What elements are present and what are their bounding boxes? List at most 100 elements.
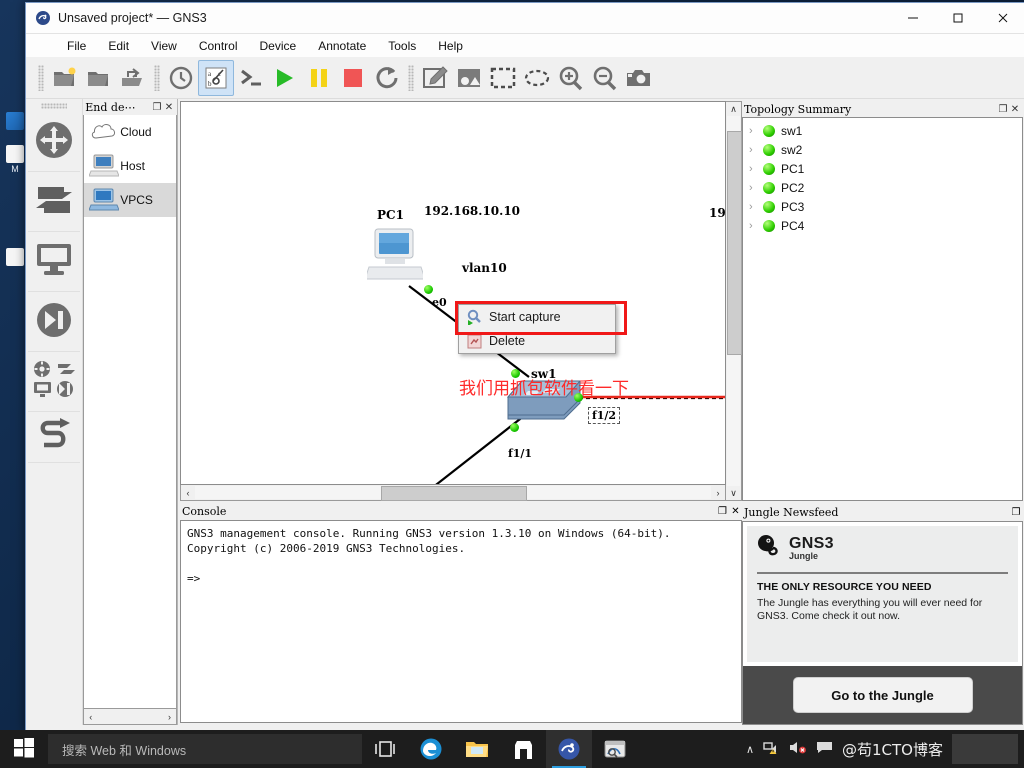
stop-icon[interactable] <box>336 61 370 95</box>
window-body: End de⋯ ❐ ✕ Cloud Host VPCS ‹ › PC1 sw1 … <box>26 99 1024 725</box>
jungle-brand-sub: Jungle <box>789 551 819 561</box>
interface-label-f1-2-selected[interactable]: f1/2 <box>588 407 621 424</box>
open-project-icon[interactable] <box>82 61 116 95</box>
end-device-item-cloud[interactable]: Cloud <box>84 115 176 149</box>
console-output[interactable]: GNS3 management console. Running GNS3 ve… <box>180 520 742 723</box>
pause-icon[interactable] <box>302 61 336 95</box>
scroll-right-icon[interactable]: › <box>163 712 176 722</box>
chevron-right-icon[interactable]: › <box>749 144 763 156</box>
float-icon[interactable]: ❐ <box>997 104 1009 115</box>
screenshot-annotate-icon[interactable]: a c b <box>198 60 234 96</box>
start-button[interactable] <box>0 730 48 768</box>
windows-logo-icon <box>14 737 34 761</box>
end-devices-hscrollbar[interactable]: ‹ › <box>83 709 177 725</box>
scroll-left-icon[interactable]: ‹ <box>181 488 195 498</box>
hscroll-thumb[interactable] <box>380 486 528 501</box>
topology-summary-row-pc1[interactable]: › PC1 <box>743 159 1022 178</box>
device-toolbar-security[interactable] <box>28 292 81 352</box>
toolbar-grip[interactable] <box>154 65 160 91</box>
edge-icon[interactable] <box>408 730 454 768</box>
device-toolbar-end-devices[interactable] <box>28 232 81 292</box>
menu-edit[interactable]: Edit <box>97 37 140 55</box>
task-view-icon[interactable] <box>362 730 408 768</box>
close-icon[interactable]: ✕ <box>729 506 742 517</box>
zoom-in-icon[interactable] <box>554 61 588 95</box>
topology-summary-row-sw2[interactable]: › sw2 <box>743 140 1022 159</box>
reload-icon[interactable] <box>370 61 404 95</box>
node-pc1[interactable] <box>364 227 426 292</box>
close-icon[interactable]: ✕ <box>163 102 175 113</box>
scroll-up-icon[interactable]: ∧ <box>730 102 737 116</box>
search-input[interactable]: 搜索 Web 和 Windows <box>48 734 362 764</box>
edit-note-icon[interactable] <box>418 61 452 95</box>
insert-image-icon[interactable] <box>452 61 486 95</box>
save-project-icon[interactable] <box>116 61 150 95</box>
clock-area[interactable] <box>952 734 1018 764</box>
device-toolbar-grip[interactable] <box>41 103 68 109</box>
window-maximize-button[interactable] <box>935 3 980 33</box>
status-led-icon <box>763 219 775 232</box>
chevron-right-icon[interactable]: › <box>749 220 763 232</box>
end-device-item-host[interactable]: Host <box>84 149 176 183</box>
device-toolbar-routers[interactable] <box>28 112 81 172</box>
start-icon[interactable] <box>268 61 302 95</box>
scroll-left-icon[interactable]: ‹ <box>84 712 97 722</box>
action-center-icon[interactable] <box>816 740 833 758</box>
device-toolbar-add-link[interactable] <box>28 412 81 463</box>
menu-tools[interactable]: Tools <box>377 37 427 55</box>
vscroll-thumb[interactable] <box>727 130 742 355</box>
vscroll-track[interactable] <box>727 116 742 486</box>
new-project-icon[interactable] <box>48 61 82 95</box>
topology-summary-row-pc2[interactable]: › PC2 <box>743 178 1022 197</box>
float-icon[interactable]: ❐ <box>716 506 729 517</box>
window-close-button[interactable] <box>980 3 1024 33</box>
chevron-right-icon[interactable]: › <box>749 182 763 194</box>
canvas-hscrollbar[interactable]: ‹ › <box>180 485 726 501</box>
window-minimize-button[interactable] <box>890 3 935 33</box>
menu-annotate[interactable]: Annotate <box>307 37 377 55</box>
console-icon[interactable] <box>234 61 268 95</box>
scroll-down-icon[interactable]: ∨ <box>730 486 737 500</box>
end-device-item-vpcs[interactable]: VPCS <box>84 183 176 217</box>
topology-canvas[interactable]: PC1 PC2 <box>180 101 726 485</box>
toolbar-grip[interactable] <box>408 65 414 91</box>
tray-chevron-icon[interactable]: ∧ <box>746 743 754 756</box>
menu-file[interactable]: File <box>56 37 97 55</box>
zoom-out-icon[interactable] <box>588 61 622 95</box>
menu-device[interactable]: Device <box>249 37 308 55</box>
float-icon[interactable]: ❐ <box>1009 507 1023 518</box>
device-toolbar-switches[interactable] <box>28 172 81 232</box>
go-to-the-jungle-button[interactable]: Go to the Jungle <box>792 677 973 713</box>
file-explorer-icon[interactable] <box>454 730 500 768</box>
topology-summary-row-pc3[interactable]: › PC3 <box>743 197 1022 216</box>
device-toolbar-all-devices[interactable] <box>28 352 81 412</box>
draw-ellipse-icon[interactable] <box>520 61 554 95</box>
float-icon[interactable]: ❐ <box>151 102 163 113</box>
close-icon[interactable]: ✕ <box>1009 104 1021 115</box>
draw-rectangle-icon[interactable] <box>486 61 520 95</box>
scroll-right-icon[interactable]: › <box>711 488 725 498</box>
network-icon[interactable] <box>763 740 780 758</box>
wireshark-icon[interactable] <box>592 730 638 768</box>
menu-control[interactable]: Control <box>188 37 249 55</box>
chevron-right-icon[interactable]: › <box>749 163 763 175</box>
store-icon[interactable] <box>500 730 546 768</box>
gns3-app-icon <box>35 10 51 26</box>
center-panel: PC1 PC2 <box>178 99 742 725</box>
menu-help[interactable]: Help <box>427 37 474 55</box>
menu-view[interactable]: View <box>140 37 188 55</box>
hscroll-track[interactable] <box>195 486 711 501</box>
status-led-icon <box>763 200 775 213</box>
host-icon <box>87 151 120 181</box>
canvas-vscrollbar[interactable]: ∧ ∨ <box>726 101 742 501</box>
volume-muted-icon[interactable] <box>789 740 807 758</box>
toolbar-grip[interactable] <box>38 65 44 91</box>
gns3-icon[interactable] <box>546 730 592 768</box>
chevron-right-icon[interactable]: › <box>749 125 763 137</box>
topology-summary-row-sw1[interactable]: › sw1 <box>743 121 1022 140</box>
camera-icon[interactable] <box>622 61 656 95</box>
topology-summary-row-pc4[interactable]: › PC4 <box>743 216 1022 235</box>
snapshot-icon[interactable] <box>164 61 198 95</box>
chevron-right-icon[interactable]: › <box>749 201 763 213</box>
watermark: @苟1CTO博客 <box>842 740 943 759</box>
